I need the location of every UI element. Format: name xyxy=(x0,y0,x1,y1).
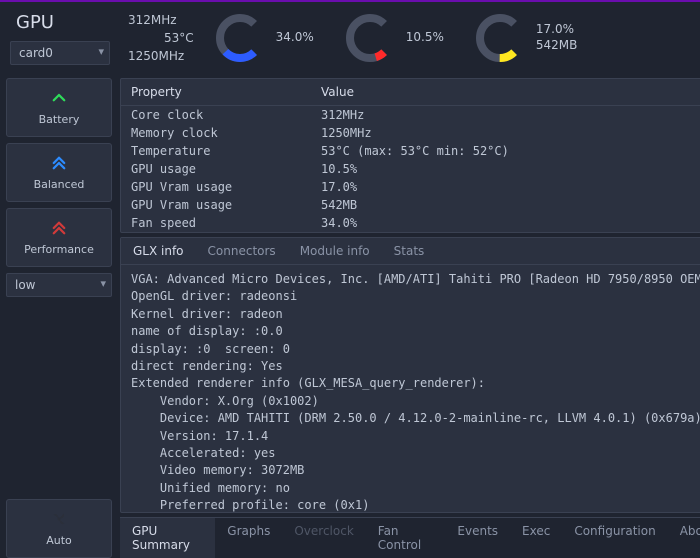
core-clock-value: 312MHz xyxy=(128,11,194,29)
balanced-button[interactable]: Balanced xyxy=(6,143,112,202)
value-header: Value xyxy=(311,79,700,106)
prop-value: 34.0% xyxy=(311,214,700,232)
tab-connectors[interactable]: Connectors xyxy=(196,238,288,264)
gauge-sub: 542MB xyxy=(536,38,578,54)
tab-module-info[interactable]: Module info xyxy=(288,238,382,264)
temp-value: 53°C xyxy=(164,29,194,47)
mem-clock-value: 1250MHz xyxy=(128,47,194,65)
btab-about[interactable]: About xyxy=(668,518,700,558)
prop-value: 1250MHz xyxy=(311,124,700,142)
double-chevron-up-icon xyxy=(50,219,68,237)
table-row: Fan speed34.0% xyxy=(121,214,700,232)
tab-glx-info[interactable]: GLX info xyxy=(121,238,196,264)
table-row: GPU Vram usage542MB xyxy=(121,196,700,214)
prop-value: 10.5% xyxy=(311,160,700,178)
table-row: GPU Vram usage17.0% xyxy=(121,178,700,196)
fan-icon xyxy=(50,510,68,528)
table-row: Core clock312MHz xyxy=(121,106,700,125)
chevron-up-icon xyxy=(50,89,68,107)
double-chevron-up-icon xyxy=(50,154,68,172)
btab-gpu-summary[interactable]: GPU Summary xyxy=(120,518,215,558)
level-select[interactable]: low xyxy=(6,273,112,297)
property-table: Property Value Core clock312MHzMemory cl… xyxy=(121,79,700,232)
balanced-label: Balanced xyxy=(34,178,85,191)
glx-info-body: VGA: Advanced Micro Devices, Inc. [AMD/A… xyxy=(121,265,700,512)
property-panel: Property Value Core clock312MHzMemory cl… xyxy=(120,78,700,233)
gauges: 34.0% 10.5% 17.0%542MB xyxy=(212,10,578,66)
performance-label: Performance xyxy=(24,243,94,256)
prop-name: Core clock xyxy=(121,106,311,125)
sidebar: Battery Balanced Performance low Auto xyxy=(0,78,118,558)
battery-button[interactable]: Battery xyxy=(6,78,112,137)
prop-value: 53°C (max: 53°C min: 52°C) xyxy=(311,142,700,160)
btab-configuration[interactable]: Configuration xyxy=(562,518,667,558)
info-panel: GLX infoConnectorsModule infoStats VGA: … xyxy=(120,237,700,513)
btab-overclock: Overclock xyxy=(282,518,365,558)
header: GPU card0 312MHz 53°C 1250MHz 34.0% 10.5… xyxy=(0,2,700,78)
table-row: GPU usage10.5% xyxy=(121,160,700,178)
btab-fan-control[interactable]: Fan Control xyxy=(366,518,446,558)
app-title: GPU xyxy=(10,12,110,33)
tab-stats[interactable]: Stats xyxy=(382,238,437,264)
prop-name: GPU Vram usage xyxy=(121,178,311,196)
window-frame: GPU card0 312MHz 53°C 1250MHz 34.0% 10.5… xyxy=(0,0,700,558)
prop-name: Memory clock xyxy=(121,124,311,142)
info-tabs: GLX infoConnectorsModule infoStats xyxy=(121,238,700,265)
bottom-tabs: GPU SummaryGraphsOverclockFan ControlEve… xyxy=(120,517,700,558)
performance-button[interactable]: Performance xyxy=(6,208,112,267)
btab-graphs[interactable]: Graphs xyxy=(215,518,282,558)
gauge-1: 10.5% xyxy=(342,10,444,66)
table-row: Temperature53°C (max: 53°C min: 52°C) xyxy=(121,142,700,160)
battery-label: Battery xyxy=(39,113,80,126)
gauge-label: 10.5% xyxy=(406,30,444,46)
clock-readout: 312MHz 53°C 1250MHz xyxy=(128,11,194,65)
gauge-0: 34.0% xyxy=(212,10,314,66)
btab-exec[interactable]: Exec xyxy=(510,518,562,558)
content: Property Value Core clock312MHzMemory cl… xyxy=(118,78,700,558)
gauge-label: 17.0% xyxy=(536,22,578,38)
prop-name: GPU Vram usage xyxy=(121,196,311,214)
prop-name: Temperature xyxy=(121,142,311,160)
prop-name: GPU usage xyxy=(121,160,311,178)
auto-button[interactable]: Auto xyxy=(6,499,112,558)
prop-value: 312MHz xyxy=(311,106,700,125)
table-row: Memory clock1250MHz xyxy=(121,124,700,142)
gauge-label: 34.0% xyxy=(276,30,314,46)
gauge-2: 17.0%542MB xyxy=(472,10,578,66)
btab-events[interactable]: Events xyxy=(445,518,510,558)
prop-name: Fan speed xyxy=(121,214,311,232)
prop-header: Property xyxy=(121,79,311,106)
auto-label: Auto xyxy=(46,534,72,547)
main-area: Battery Balanced Performance low Auto Pr… xyxy=(0,78,700,558)
prop-value: 542MB xyxy=(311,196,700,214)
card-select[interactable]: card0 xyxy=(10,41,110,65)
prop-value: 17.0% xyxy=(311,178,700,196)
